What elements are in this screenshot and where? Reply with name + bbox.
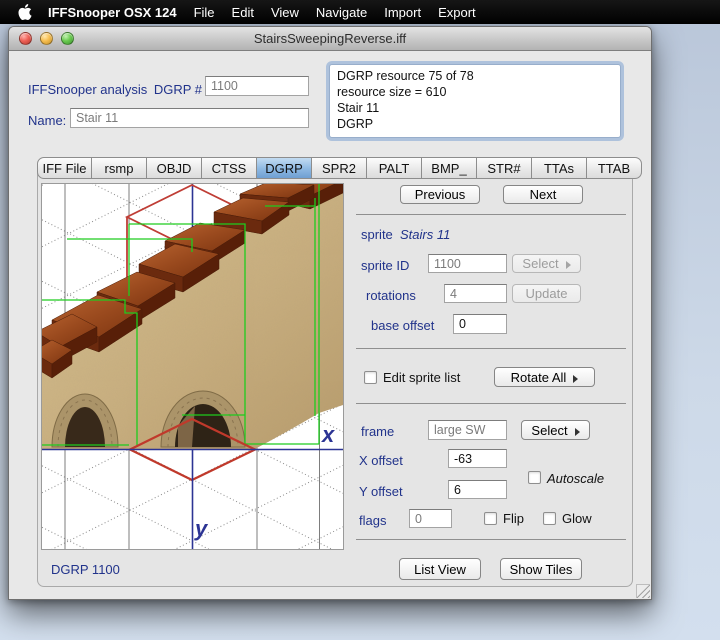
- menu-item-navigate[interactable]: Navigate: [316, 5, 367, 20]
- tab-ctss[interactable]: CTSS: [202, 157, 257, 179]
- resource-info-box[interactable]: DGRP resource 75 of 78 resource size = 6…: [329, 64, 621, 138]
- name-label: Name:: [28, 113, 66, 128]
- app-window: StairsSweepingReverse.iff IFFSnooper ana…: [8, 26, 652, 600]
- traffic-lights: [19, 32, 74, 45]
- divider: [356, 403, 626, 404]
- rotations-label: rotations: [366, 288, 416, 303]
- analysis-title: IFFSnooper analysis: [28, 82, 147, 97]
- autoscale-label: Autoscale: [547, 471, 604, 486]
- show-tiles-label: Show Tiles: [510, 562, 573, 577]
- menu-arrow-icon: [566, 261, 571, 269]
- sprite-preview-canvas[interactable]: x y: [41, 183, 344, 550]
- sprite-id-field[interactable]: 1100: [428, 254, 507, 273]
- close-button[interactable]: [19, 32, 32, 45]
- flags-field[interactable]: 0: [409, 509, 452, 528]
- menu-item-view[interactable]: View: [271, 5, 299, 20]
- rotations-field[interactable]: 4: [444, 284, 507, 303]
- footer-dgrp-text: DGRP 1100: [51, 562, 120, 577]
- tab-spr2[interactable]: SPR2: [312, 157, 367, 179]
- info-line: Stair 11: [337, 100, 613, 116]
- list-view-label: List View: [414, 562, 466, 577]
- x-axis-label: x: [321, 422, 335, 447]
- menu-item-export[interactable]: Export: [438, 5, 476, 20]
- glow-label: Glow: [562, 511, 592, 526]
- previous-button[interactable]: Previous: [400, 185, 480, 204]
- tab-bmp[interactable]: BMP_: [422, 157, 477, 179]
- tab-iff-file[interactable]: IFF File: [37, 157, 92, 179]
- base-offset-field[interactable]: 0: [453, 314, 507, 334]
- tab-ttab[interactable]: TTAB: [587, 157, 642, 179]
- tab-palt[interactable]: PALT: [367, 157, 422, 179]
- y-offset-label: Y offset: [359, 484, 403, 499]
- base-offset-label: base offset: [371, 318, 434, 333]
- frame-field[interactable]: large SW: [428, 420, 507, 440]
- show-tiles-button[interactable]: Show Tiles: [500, 558, 582, 580]
- resize-grip[interactable]: [636, 584, 650, 598]
- edit-sprite-list-label: Edit sprite list: [383, 370, 460, 385]
- minimize-button[interactable]: [40, 32, 53, 45]
- flags-label: flags: [359, 513, 386, 528]
- resource-tab-bar: IFF File rsmp OBJD CTSS DGRP SPR2 PALT B…: [37, 157, 642, 179]
- title-bar[interactable]: StairsSweepingReverse.iff: [9, 27, 651, 51]
- tab-rsmp[interactable]: rsmp: [92, 157, 147, 179]
- menu-arrow-icon: [575, 428, 580, 436]
- tab-str[interactable]: STR#: [477, 157, 532, 179]
- window-content: IFFSnooper analysis DGRP # 1100 Name: St…: [9, 51, 651, 599]
- previous-button-label: Previous: [415, 187, 466, 202]
- flip-label: Flip: [503, 511, 524, 526]
- tab-dgrp[interactable]: DGRP: [257, 157, 312, 179]
- y-offset-field[interactable]: 6: [448, 480, 507, 499]
- frame-select-button[interactable]: Select: [521, 420, 590, 440]
- divider: [356, 214, 626, 215]
- menu-item-import[interactable]: Import: [384, 5, 421, 20]
- sprite-select-button[interactable]: Select: [512, 254, 581, 273]
- menu-item-file[interactable]: File: [194, 5, 215, 20]
- y-axis-label: y: [194, 516, 209, 541]
- x-offset-label: X offset: [359, 453, 403, 468]
- name-field[interactable]: Stair 11: [70, 108, 309, 128]
- divider: [356, 348, 626, 349]
- flip-checkbox[interactable]: [484, 512, 497, 525]
- frame-label: frame: [361, 424, 394, 439]
- apple-icon: [18, 4, 32, 20]
- info-line: DGRP: [337, 116, 613, 132]
- glow-checkbox[interactable]: [543, 512, 556, 525]
- info-line: DGRP resource 75 of 78: [337, 68, 613, 84]
- zoom-button[interactable]: [61, 32, 74, 45]
- window-title: StairsSweepingReverse.iff: [254, 31, 406, 46]
- menu-app-name[interactable]: IFFSnooper OSX 124: [48, 5, 177, 20]
- info-line: resource size = 610: [337, 84, 613, 100]
- autoscale-checkbox[interactable]: [528, 471, 541, 484]
- dgrp-number-label: DGRP #: [144, 82, 202, 97]
- edit-sprite-list-checkbox[interactable]: [364, 371, 377, 384]
- apple-menu[interactable]: [18, 4, 32, 20]
- dgrp-number-field[interactable]: 1100: [205, 76, 309, 96]
- tab-objd[interactable]: OBJD: [147, 157, 202, 179]
- stairs-render: x y: [42, 184, 343, 549]
- next-button-label: Next: [530, 187, 557, 202]
- menu-arrow-icon: [573, 375, 578, 383]
- tab-ttas[interactable]: TTAs: [532, 157, 587, 179]
- sprite-select-label: Select: [522, 256, 558, 271]
- menu-bar: IFFSnooper OSX 124 File Edit View Naviga…: [0, 0, 720, 24]
- next-button[interactable]: Next: [503, 185, 583, 204]
- x-offset-field[interactable]: -63: [448, 449, 507, 468]
- update-button-label: Update: [526, 286, 568, 301]
- rotate-all-label: Rotate All: [511, 370, 567, 385]
- sprite-id-label: sprite ID: [361, 258, 409, 273]
- sprite-name: Stairs 11: [400, 227, 450, 242]
- frame-select-label: Select: [531, 423, 567, 438]
- list-view-button[interactable]: List View: [399, 558, 481, 580]
- update-button[interactable]: Update: [512, 284, 581, 303]
- divider: [356, 539, 626, 540]
- sprite-label: sprite: [361, 227, 393, 242]
- menu-item-edit[interactable]: Edit: [232, 5, 254, 20]
- rotate-all-button[interactable]: Rotate All: [494, 367, 595, 387]
